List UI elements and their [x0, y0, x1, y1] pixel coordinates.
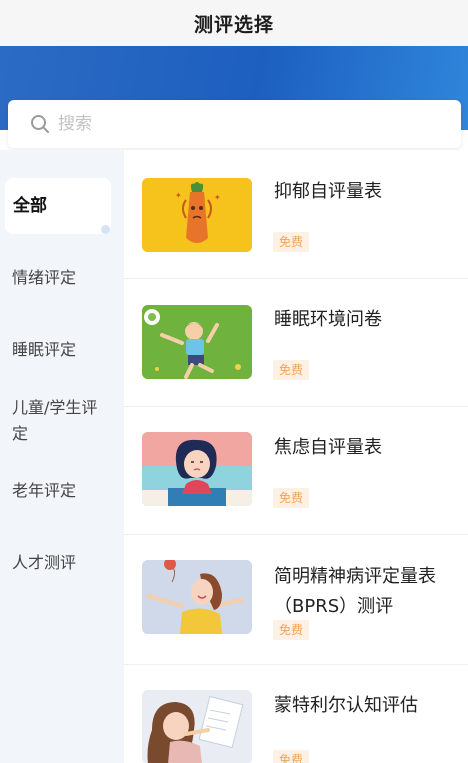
sidebar-item-elderly[interactable]: 老年评定	[0, 478, 124, 504]
search-icon	[30, 114, 50, 134]
free-badge: 免费	[273, 232, 310, 252]
svg-text:✦: ✦	[175, 191, 182, 200]
search-bar[interactable]	[8, 100, 461, 148]
assessment-title: 抑郁自评量表	[274, 181, 382, 202]
sidebar-item-label: 人才测评	[12, 553, 77, 572]
free-badge: 免费	[273, 360, 310, 380]
assessment-card-sleep-environment[interactable]: 睡眠环境问卷 免费	[124, 278, 468, 407]
free-badge: 免费	[273, 488, 310, 508]
sidebar-item-label: 全部	[13, 196, 47, 216]
sidebar-item-emotion[interactable]: 情绪评定	[0, 265, 124, 291]
assessment-card-bprs[interactable]: 简明精神病评定量表（BPRS）测评 免费	[124, 534, 468, 665]
assessment-title: 简明精神病评定量表（BPRS）测评	[274, 566, 436, 617]
page-title: 测评选择	[193, 13, 274, 36]
assessment-title: 蒙特利尔认知评估	[274, 695, 418, 716]
sidebar-item-label: 睡眠评定	[12, 340, 77, 359]
assessment-thumbnail	[142, 690, 252, 763]
sidebar-item-label: 儿童/学生评定	[12, 398, 98, 443]
svg-text:✦: ✦	[214, 193, 221, 202]
sidebar-item-sleep[interactable]: 睡眠评定	[0, 337, 124, 363]
assessment-card-moca[interactable]: 蒙特利尔认知评估 免费	[124, 664, 468, 763]
sidebar-item-talent[interactable]: 人才测评	[0, 550, 124, 576]
active-indicator-dot	[101, 225, 110, 234]
assessment-thumbnail	[142, 305, 252, 379]
assessment-list: ✦ ✦ 抑郁自评量表 免费 睡眠环境问卷 免费 焦虑自评量表 免费 简明精神病评…	[124, 150, 468, 763]
assessment-title: 睡眠环境问卷	[274, 309, 382, 330]
free-badge: 免费	[273, 620, 310, 640]
free-badge: 免费	[273, 750, 310, 763]
assessment-thumbnail	[142, 432, 252, 506]
assessment-title: 焦虑自评量表	[274, 437, 382, 458]
category-sidebar: 全部 情绪评定 睡眠评定 儿童/学生评定 老年评定 人才测评	[0, 150, 124, 763]
sidebar-item-label: 情绪评定	[12, 268, 77, 287]
top-bar: 测评选择	[0, 0, 468, 46]
sidebar-item-all[interactable]: 全部	[5, 178, 111, 234]
sidebar-item-children-students[interactable]: 儿童/学生评定	[0, 395, 110, 447]
search-input[interactable]	[56, 113, 420, 135]
assessment-thumbnail	[142, 560, 252, 634]
assessment-card-anxiety[interactable]: 焦虑自评量表 免费	[124, 406, 468, 535]
assessment-card-depression[interactable]: ✦ ✦ 抑郁自评量表 免费	[124, 150, 468, 279]
assessment-thumbnail: ✦ ✦	[142, 178, 252, 252]
sidebar-item-label: 老年评定	[12, 481, 77, 500]
